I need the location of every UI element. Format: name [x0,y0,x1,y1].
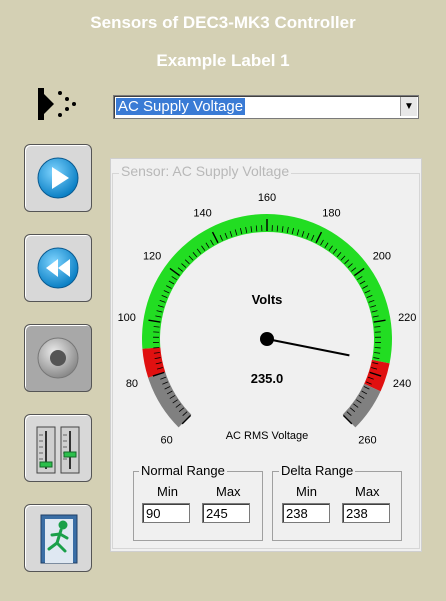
rewind-button[interactable] [24,234,92,302]
gauge-band-0 [148,372,192,428]
normal-range-legend: Normal Range [139,463,227,478]
play-icon [37,157,79,199]
sensor-dots-icon [36,86,80,122]
delta-max-field[interactable]: 238 [342,503,390,523]
delta-max-label: Max [355,484,380,499]
exit-door-icon [40,514,78,564]
record-icon [37,337,79,379]
app-subtitle: Example Label 1 [156,51,290,70]
gauge-tick-label: 60 [160,434,172,446]
record-button[interactable] [24,324,92,392]
voltage-gauge: 60 80 100 120 140 160 180 200 220 240 260 Volts 23… [118,192,417,446]
gauge-tick-label: 140 [193,207,211,219]
delta-min-field[interactable]: 238 [282,503,330,523]
gauge-tick-label: 260 [358,434,376,446]
gauge-tick-label: 220 [398,312,416,324]
gauge-tick-label: 180 [322,207,340,219]
rewind-icon [37,247,79,289]
gauge-needle [266,338,350,357]
delta-range-legend: Delta Range [279,463,356,478]
normal-min-label: Min [157,484,178,499]
gauge-tick-label: 120 [143,251,161,263]
gauge-tick-label: 240 [393,378,411,390]
sensor-select[interactable]: AC Supply Voltage ▼ [113,95,419,119]
play-button[interactable] [24,144,92,212]
normal-max-field[interactable]: 245 [202,503,250,523]
sensor-panel-legend: Sensor: AC Supply Voltage [119,163,292,179]
gauge-tick-label: 100 [118,312,136,324]
gauge-tick-label: 80 [126,378,138,390]
mixer-sliders-icon [36,426,80,474]
normal-min-field[interactable]: 90 [142,503,190,523]
gauge-minor-tick [276,225,279,232]
app-title: Sensors of DEC3-MK3 Controller [90,13,356,32]
gauge-tick-label: 200 [373,251,391,263]
gauge-label: Volts [252,292,283,307]
gauge-caption: AC RMS Voltage [226,430,309,442]
chevron-down-icon[interactable]: ▼ [400,97,417,116]
gauge-value: 235.0 [251,371,284,386]
exit-button[interactable] [24,504,92,572]
gauge-minor-tick [255,225,258,232]
delta-min-label: Min [296,484,317,499]
mixer-button[interactable] [24,414,92,482]
gauge-tick-label: 160 [258,192,276,204]
gauge-hub [260,332,274,346]
sensor-select-value: AC Supply Voltage [116,98,246,115]
normal-max-label: Max [216,484,241,499]
